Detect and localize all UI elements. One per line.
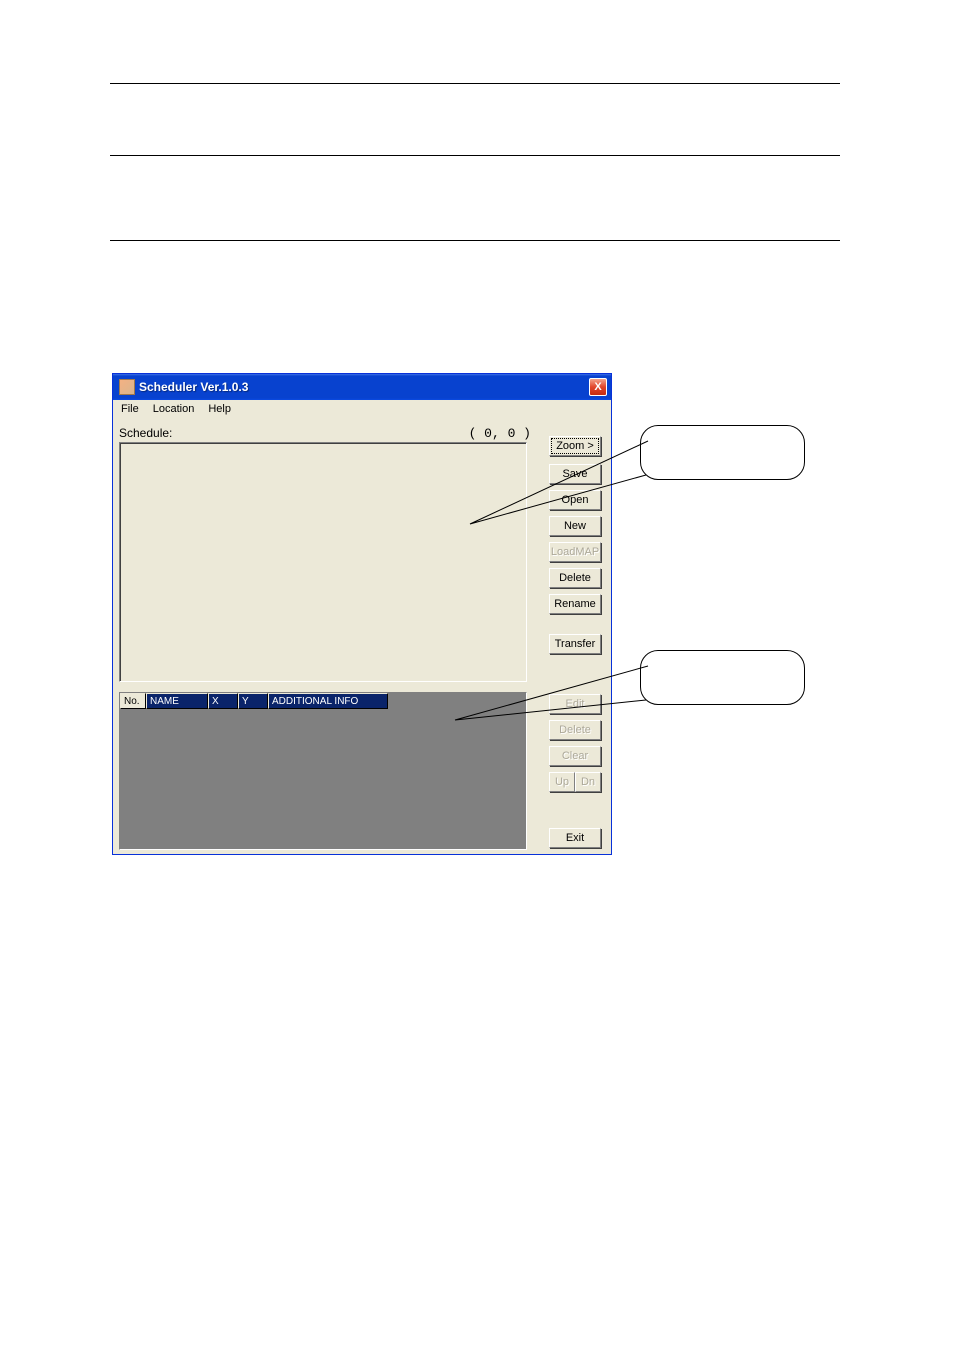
loadmap-button[interactable]: LoadMAP bbox=[549, 542, 601, 562]
clear-button[interactable]: Clear bbox=[549, 746, 601, 766]
dn-button[interactable]: Dn bbox=[575, 772, 601, 792]
transfer-button[interactable]: Transfer bbox=[549, 634, 601, 654]
up-button[interactable]: Up bbox=[549, 772, 575, 792]
map-area[interactable] bbox=[119, 442, 527, 682]
exit-button[interactable]: Exit bbox=[549, 828, 601, 848]
menu-location[interactable]: Location bbox=[147, 402, 201, 416]
schedule-label: Schedule: bbox=[119, 426, 172, 440]
page-rule bbox=[110, 83, 840, 84]
titlebar[interactable]: Scheduler Ver.1.0.3 X bbox=[113, 374, 611, 400]
table-header-info[interactable]: ADDITIONAL INFO bbox=[268, 693, 388, 709]
callout-table-area bbox=[640, 650, 805, 705]
callout-map-area bbox=[640, 425, 805, 480]
close-icon[interactable]: X bbox=[589, 378, 607, 396]
new-button[interactable]: New bbox=[549, 516, 601, 536]
rename-button[interactable]: Rename bbox=[549, 594, 601, 614]
menu-help[interactable]: Help bbox=[202, 402, 237, 416]
table-header-name[interactable]: NAME bbox=[146, 693, 208, 709]
edit-button[interactable]: Edit bbox=[549, 694, 601, 714]
table-header-row: No. NAME X Y ADDITIONAL INFO bbox=[120, 693, 526, 709]
open-button[interactable]: Open bbox=[549, 490, 601, 510]
page-rule bbox=[110, 240, 840, 241]
schedule-table[interactable]: No. NAME X Y ADDITIONAL INFO bbox=[119, 692, 527, 850]
delete-schedule-button[interactable]: Delete bbox=[549, 568, 601, 588]
client-area: Schedule: ( 0, 0 ) No. NAME X Y ADDITION… bbox=[113, 418, 611, 854]
menu-file[interactable]: File bbox=[115, 402, 145, 416]
table-header-y[interactable]: Y bbox=[238, 693, 268, 709]
page-rule bbox=[110, 155, 840, 156]
window-title: Scheduler Ver.1.0.3 bbox=[139, 380, 248, 394]
delete-row-button[interactable]: Delete bbox=[549, 720, 601, 740]
scheduler-window: Scheduler Ver.1.0.3 X File Location Help… bbox=[112, 373, 612, 855]
table-header-x[interactable]: X bbox=[208, 693, 238, 709]
menubar: File Location Help bbox=[113, 400, 611, 418]
app-icon bbox=[119, 379, 135, 395]
table-header-no[interactable]: No. bbox=[120, 693, 146, 709]
save-button[interactable]: Save bbox=[549, 464, 601, 484]
coordinates-label: ( 0, 0 ) bbox=[469, 426, 531, 441]
zoom-button[interactable]: Zoom > bbox=[549, 436, 601, 456]
